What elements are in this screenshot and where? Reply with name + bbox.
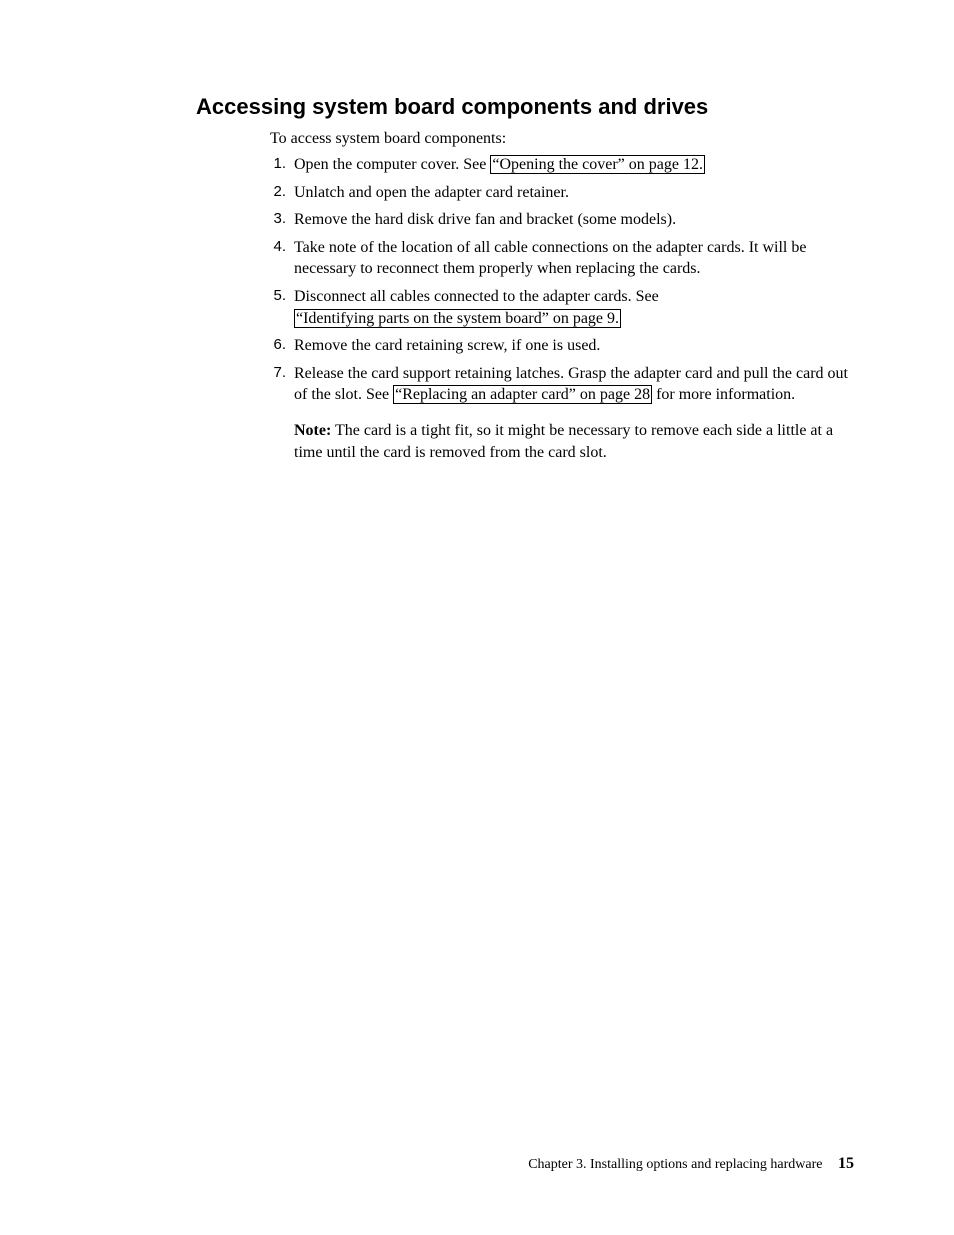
intro-text: To access system board components: [270, 130, 854, 148]
list-body: Remove the card retaining screw, if one … [294, 335, 854, 357]
note-paragraph: Note: The card is a tight fit, so it mig… [294, 420, 854, 463]
list-body: Open the computer cover. See “Opening th… [294, 154, 854, 176]
list-marker: 4. [270, 237, 294, 280]
ordered-list: 1.Open the computer cover. See “Opening … [270, 154, 854, 463]
list-body: Disconnect all cables connected to the a… [294, 286, 854, 329]
list-item: 2.Unlatch and open the adapter card reta… [270, 182, 854, 204]
page-footer: Chapter 3. Installing options and replac… [528, 1155, 854, 1173]
list-item: 6.Remove the card retaining screw, if on… [270, 335, 854, 357]
cross-reference-link[interactable]: “Opening the cover” on page 12. [490, 155, 705, 174]
list-marker: 5. [270, 286, 294, 329]
list-text: Unlatch and open the adapter card retain… [294, 184, 569, 201]
chapter-label: Chapter 3. Installing options and replac… [528, 1157, 822, 1172]
list-text: for more information. [652, 386, 795, 403]
list-body: Release the card support retaining latch… [294, 363, 854, 463]
cross-reference-link[interactable]: “Replacing an adapter card” on page 28 [393, 385, 652, 404]
list-item: 7.Release the card support retaining lat… [270, 363, 854, 463]
list-item: 3.Remove the hard disk drive fan and bra… [270, 209, 854, 231]
note-label: Note: [294, 422, 331, 439]
list-marker: 7. [270, 363, 294, 463]
list-item: 5.Disconnect all cables connected to the… [270, 286, 854, 329]
list-marker: 3. [270, 209, 294, 231]
list-text: Disconnect all cables connected to the a… [294, 288, 659, 305]
section-heading: Accessing system board components and dr… [196, 94, 854, 120]
list-text: Open the computer cover. See [294, 156, 490, 173]
list-item: 1.Open the computer cover. See “Opening … [270, 154, 854, 176]
list-body: Remove the hard disk drive fan and brack… [294, 209, 854, 231]
list-body: Unlatch and open the adapter card retain… [294, 182, 854, 204]
list-body: Take note of the location of all cable c… [294, 237, 854, 280]
list-text: Remove the card retaining screw, if one … [294, 337, 600, 354]
note-text: The card is a tight fit, so it might be … [294, 422, 833, 461]
list-item: 4.Take note of the location of all cable… [270, 237, 854, 280]
list-marker: 1. [270, 154, 294, 176]
cross-reference-link[interactable]: “Identifying parts on the system board” … [294, 309, 621, 328]
list-text: Remove the hard disk drive fan and brack… [294, 211, 676, 228]
list-text: Take note of the location of all cable c… [294, 239, 806, 278]
page-content: Accessing system board components and dr… [0, 0, 954, 463]
list-marker: 2. [270, 182, 294, 204]
page-number: 15 [838, 1155, 854, 1172]
list-marker: 6. [270, 335, 294, 357]
